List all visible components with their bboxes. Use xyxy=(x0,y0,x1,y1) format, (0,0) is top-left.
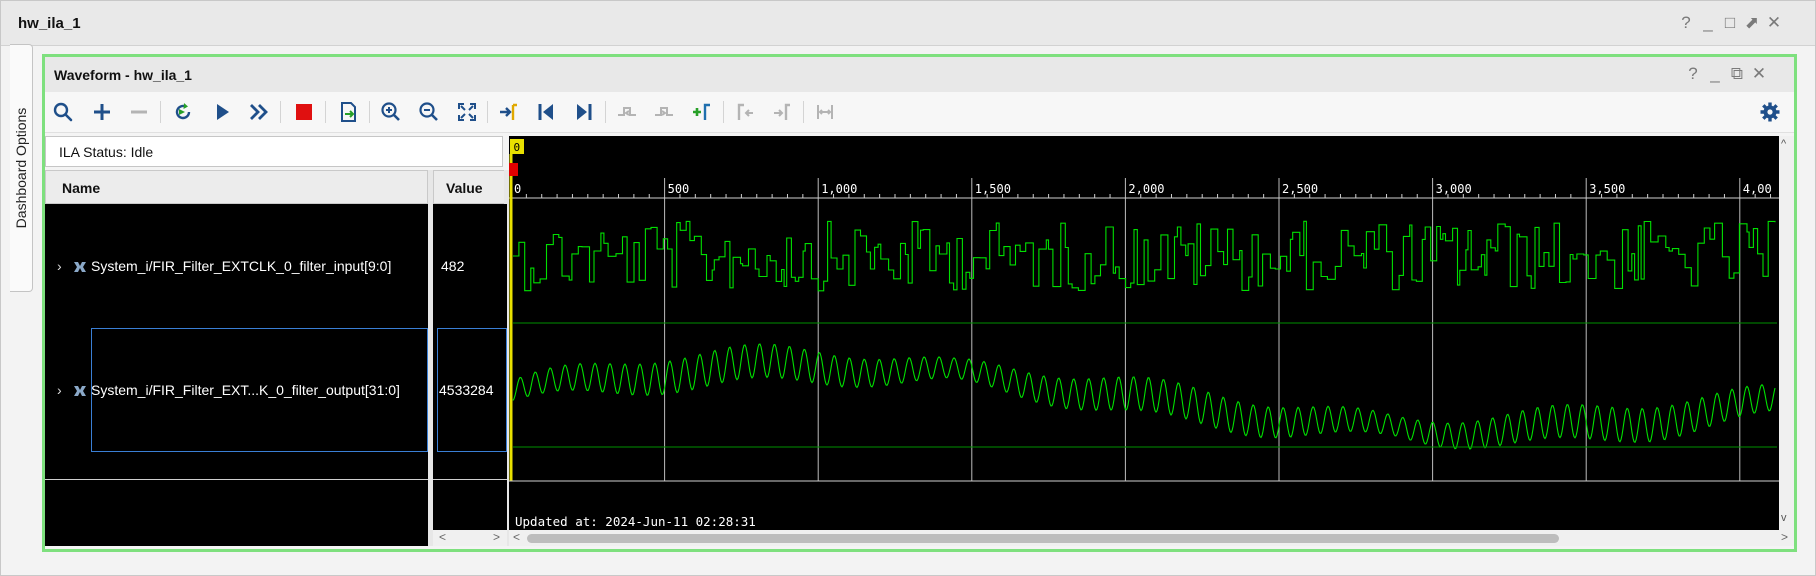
ila-status-text: ILA Status: Idle xyxy=(59,144,154,160)
ila-window: hw_ila_1 ? _ □ ⬈ ✕ Dashboard Options Wav… xyxy=(0,0,1816,576)
remove-icon[interactable] xyxy=(125,98,153,126)
help-icon[interactable]: ? xyxy=(1675,13,1697,33)
scroll-left-icon[interactable]: < xyxy=(439,530,446,544)
ruler-tick-label: 1,000 xyxy=(821,182,857,196)
close-icon[interactable]: ✕ xyxy=(1748,64,1770,84)
signal-name: System_i/FIR_Filter_EXTCLK_0_filter_inpu… xyxy=(91,258,392,274)
value-horizontal-scrollbar[interactable]: < > xyxy=(433,530,507,546)
toolbar-separator xyxy=(487,101,488,123)
toolbar-separator xyxy=(369,101,370,123)
waveform-panel-controls: ? _ ⧉ ✕ xyxy=(1682,64,1770,84)
table-row[interactable]: › System_i/FIR_Filter_EXT...K_0_filter_o… xyxy=(45,328,428,452)
toolbar-separator xyxy=(325,101,326,123)
swap-cursors-icon[interactable] xyxy=(811,98,839,126)
minimize-icon[interactable]: _ xyxy=(1697,13,1719,33)
ruler-tick-label: 4,00 xyxy=(1743,182,1772,196)
ila-window-titlebar: hw_ila_1 ? _ □ ⬈ ✕ xyxy=(1,1,1815,46)
waveform-plot[interactable]: 0 500 1,000 1,500 2,000 2,500 3,000 3,500 4,00 0 xyxy=(509,136,1779,530)
add-icon[interactable] xyxy=(88,98,116,126)
expand-chevron-icon[interactable]: › xyxy=(57,382,62,398)
signal-value-list: 482 4533284 xyxy=(433,204,507,546)
previous-marker-icon[interactable] xyxy=(731,98,759,126)
scroll-left-icon[interactable]: < xyxy=(513,530,520,544)
search-icon[interactable] xyxy=(49,98,77,126)
ruler-tick-label: 1,500 xyxy=(975,182,1011,196)
bus-signal-icon xyxy=(74,262,86,272)
scroll-right-icon[interactable]: > xyxy=(1781,530,1788,544)
toolbar-separator xyxy=(280,101,281,123)
dashboard-options-label: Dashboard Options xyxy=(13,107,29,229)
ila-window-controls: ? _ □ ⬈ ✕ xyxy=(1675,13,1785,33)
cursor-label: 0 xyxy=(514,141,521,154)
time-ruler: 0 500 1,000 1,500 2,000 2,500 3,000 3,500 4,00 xyxy=(509,182,1779,199)
scrollbar-thumb[interactable] xyxy=(527,534,1559,543)
value-column-header[interactable]: Value xyxy=(433,170,507,204)
ila-window-title: hw_ila_1 xyxy=(18,15,81,32)
ruler-tick-label: 2,000 xyxy=(1128,182,1164,196)
toolbar-separator xyxy=(605,101,606,123)
ruler-tick-label: 3,500 xyxy=(1589,182,1625,196)
restore-icon[interactable]: ⧉ xyxy=(1726,64,1748,84)
table-row[interactable]: › System_i/FIR_Filter_EXTCLK_0_filter_in… xyxy=(45,204,428,328)
float-icon[interactable]: ⬈ xyxy=(1741,13,1763,33)
signal-name: System_i/FIR_Filter_EXT...K_0_filter_out… xyxy=(91,382,400,398)
next-transition-icon[interactable] xyxy=(650,98,678,126)
list-end-divider xyxy=(45,479,428,480)
waveform-horizontal-scrollbar[interactable]: < > xyxy=(509,530,1794,546)
updated-timestamp: Updated at: 2024-Jun-11 02:28:31 xyxy=(515,514,756,529)
close-icon[interactable]: ✕ xyxy=(1763,13,1785,33)
export-icon[interactable] xyxy=(334,98,362,126)
waveform-toolbar xyxy=(45,92,1794,133)
ila-status-bar: ILA Status: Idle xyxy=(45,136,503,167)
ruler-tick-label: 0 xyxy=(514,182,521,196)
stop-icon[interactable] xyxy=(290,98,318,126)
name-column-header[interactable]: Name xyxy=(45,170,428,204)
zoom-in-icon[interactable] xyxy=(377,98,405,126)
trigger-marker[interactable] xyxy=(509,163,518,176)
settings-icon[interactable] xyxy=(1756,98,1784,126)
run-continuous-icon[interactable] xyxy=(245,98,273,126)
scroll-down-icon[interactable]: v xyxy=(1781,512,1787,524)
refresh-icon[interactable] xyxy=(169,98,197,126)
add-marker-icon[interactable] xyxy=(688,98,716,126)
go-to-end-icon[interactable] xyxy=(570,98,598,126)
signal-name-list: › System_i/FIR_Filter_EXTCLK_0_filter_in… xyxy=(45,204,428,546)
go-to-start-icon[interactable] xyxy=(532,98,560,126)
zoom-fit-icon[interactable] xyxy=(453,98,481,126)
signal-value: 4533284 xyxy=(439,382,494,398)
list-end-divider xyxy=(433,479,507,480)
signal-value: 482 xyxy=(441,258,465,274)
previous-transition-icon[interactable] xyxy=(613,98,641,126)
toolbar-separator xyxy=(803,101,804,123)
waveform-vertical-scrollbar[interactable]: ^ v xyxy=(1779,136,1794,530)
toolbar-separator xyxy=(723,101,724,123)
go-to-cursor-icon[interactable] xyxy=(495,98,523,126)
maximize-icon[interactable]: □ xyxy=(1719,13,1741,33)
waveform-panel-title: Waveform - hw_ila_1 xyxy=(54,67,192,83)
scroll-up-icon[interactable]: ^ xyxy=(1781,138,1786,150)
waveform-panel-titlebar: Waveform - hw_ila_1 ? _ ⧉ ✕ xyxy=(45,57,1794,92)
minimize-icon[interactable]: _ xyxy=(1704,64,1726,84)
scroll-right-icon[interactable]: > xyxy=(493,530,500,544)
value-column-label: Value xyxy=(446,180,483,196)
bus-signal-icon xyxy=(74,386,86,396)
time-grid xyxy=(664,178,1741,481)
next-marker-icon[interactable] xyxy=(768,98,796,126)
ruler-tick-label: 3,000 xyxy=(1436,182,1472,196)
expand-chevron-icon[interactable]: › xyxy=(57,258,62,274)
waveform-panel: Waveform - hw_ila_1 ? _ ⧉ ✕ ILA Status: … xyxy=(42,54,1797,552)
dashboard-options-tab[interactable]: Dashboard Options xyxy=(10,44,33,292)
ruler-tick-label: 2,500 xyxy=(1282,182,1318,196)
zoom-out-icon[interactable] xyxy=(415,98,443,126)
run-icon[interactable] xyxy=(208,98,236,126)
help-icon[interactable]: ? xyxy=(1682,64,1704,84)
toolbar-separator xyxy=(160,101,161,123)
waveform-canvas[interactable]: 0 500 1,000 1,500 2,000 2,500 3,000 3,500 4,00 0… xyxy=(509,136,1779,530)
name-column-label: Name xyxy=(62,180,101,196)
ruler-tick-label: 500 xyxy=(668,182,690,196)
